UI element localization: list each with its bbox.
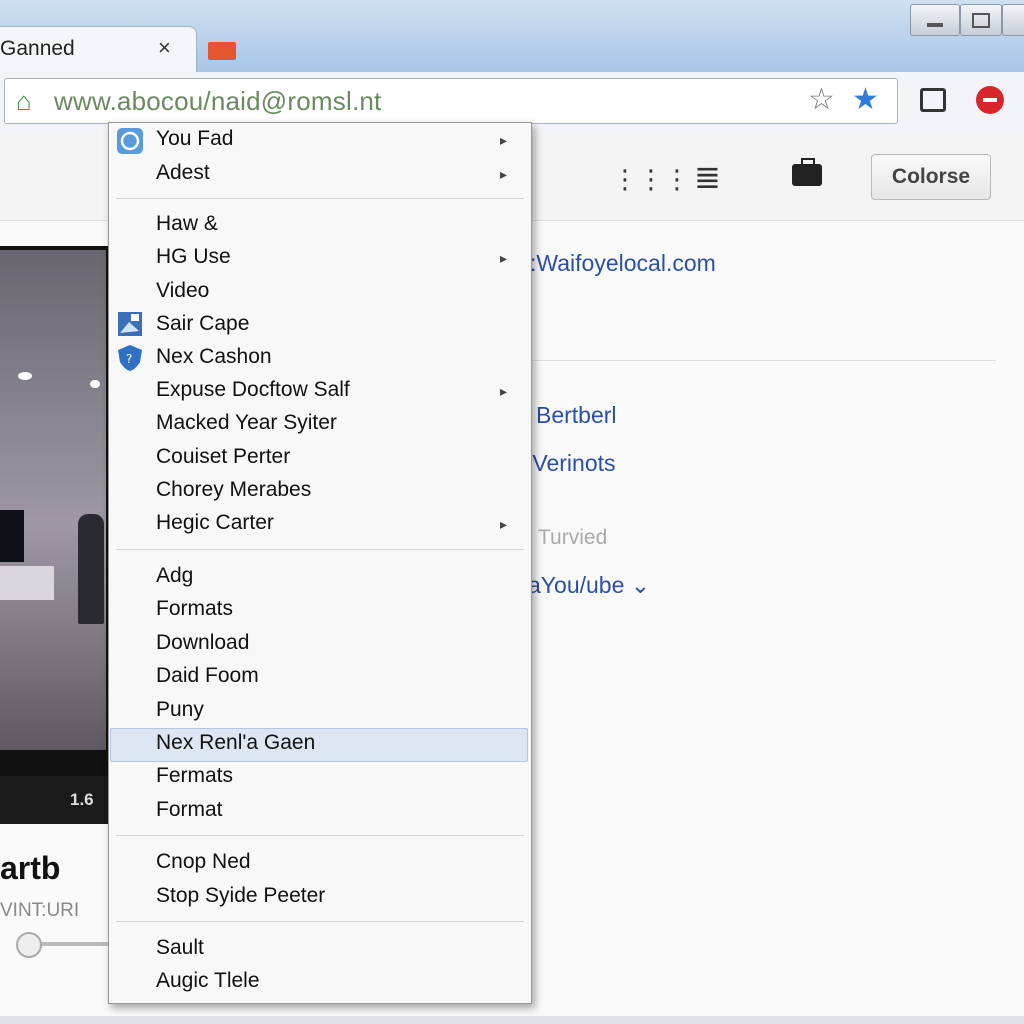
muted-label: Turvied bbox=[538, 526, 608, 549]
submenu-arrow-icon: ▸ bbox=[500, 250, 508, 266]
menu-item-cnop-ned[interactable]: Cnop Ned bbox=[156, 850, 251, 874]
menu-item-nex-renla-gaen[interactable]: Nex Renl'a Gaen bbox=[156, 731, 315, 755]
star-outline-icon[interactable]: ☆ bbox=[808, 82, 835, 117]
tab-title[interactable]: Ganned bbox=[0, 37, 75, 61]
briefcase-icon[interactable] bbox=[792, 158, 822, 186]
menu-item-sair-cape[interactable]: Sair Cape bbox=[156, 312, 249, 336]
list-icon[interactable]: ≣ bbox=[694, 158, 721, 196]
menu-item-stop-syide[interactable]: Stop Syide Peeter bbox=[156, 884, 325, 908]
stop-icon[interactable] bbox=[976, 86, 1004, 114]
link-bertberl[interactable]: Bertberl bbox=[536, 402, 617, 429]
youtube-dropdown[interactable]: aYou/ube ⌄ bbox=[528, 572, 650, 599]
submenu-arrow-icon: ▸ bbox=[500, 516, 508, 532]
menu-separator bbox=[116, 835, 524, 836]
submenu-arrow-icon: ▸ bbox=[500, 166, 508, 182]
menu-item-daid-foom[interactable]: Daid Foom bbox=[156, 664, 259, 688]
url-text[interactable]: www.abocou/naid@romsl.nt bbox=[54, 86, 381, 117]
colorse-button[interactable]: Colorse bbox=[871, 154, 991, 200]
menu-item-hegic-carter[interactable]: Hegic Carter bbox=[156, 511, 274, 535]
menu-item-macked-year[interactable]: Macked Year Syiter bbox=[156, 411, 337, 435]
globe-icon bbox=[116, 127, 143, 154]
video-title[interactable]: artb bbox=[0, 850, 60, 887]
grid-icon[interactable]: ⋮⋮⋮ bbox=[612, 164, 690, 195]
minimize-icon bbox=[927, 23, 943, 27]
divider bbox=[530, 360, 996, 361]
new-tab-button[interactable] bbox=[208, 42, 236, 60]
video-subtitle: VINT:URI bbox=[0, 900, 80, 921]
menu-item-expuse-docftow[interactable]: Expuse Docftow Salf bbox=[156, 378, 350, 402]
close-window-button[interactable] bbox=[1002, 4, 1024, 36]
minimize-button[interactable] bbox=[910, 4, 960, 36]
menu-item-puny[interactable]: Puny bbox=[156, 698, 204, 722]
seek-handle[interactable] bbox=[16, 932, 42, 958]
menu-separator bbox=[116, 921, 524, 922]
menu-separator bbox=[116, 549, 524, 550]
menu-item-nex-cashon[interactable]: Nex Cashon bbox=[156, 345, 272, 369]
svg-text:?: ? bbox=[126, 352, 132, 366]
menu-item-format[interactable]: Format bbox=[156, 798, 223, 822]
menu-separator bbox=[116, 198, 524, 199]
menu-item-download[interactable]: Download bbox=[156, 631, 249, 655]
link-verinots[interactable]: :Verinots bbox=[526, 450, 616, 477]
site-link[interactable]: :Waifoyelocal.com bbox=[530, 250, 716, 277]
menu-item-adest[interactable]: Adest bbox=[156, 161, 210, 185]
video-thumbnail[interactable] bbox=[0, 250, 106, 750]
bookmark-star-icon[interactable]: ★ bbox=[852, 82, 879, 117]
submenu-arrow-icon: ▸ bbox=[500, 132, 508, 148]
menu-item-hg-use[interactable]: HG Use bbox=[156, 245, 231, 269]
window-icon[interactable] bbox=[920, 88, 946, 112]
menu-item-chorey-merabes[interactable]: Chorey Merabes bbox=[156, 478, 311, 502]
menu-item-haw[interactable]: Haw & bbox=[156, 212, 218, 236]
menu-item-sault[interactable]: Sault bbox=[156, 936, 204, 960]
tv-screen bbox=[0, 510, 24, 562]
ceiling-light bbox=[90, 380, 100, 388]
menu-item-adg[interactable]: Adg bbox=[156, 564, 193, 588]
ceiling-light bbox=[18, 372, 32, 380]
maximize-button[interactable] bbox=[960, 4, 1002, 36]
menu-item-couiset-perter[interactable]: Couiset Perter bbox=[156, 445, 290, 469]
seek-track[interactable] bbox=[38, 942, 108, 946]
menu-item-formats[interactable]: Formats bbox=[156, 597, 233, 621]
person bbox=[78, 514, 104, 624]
shield-icon: ? bbox=[117, 344, 143, 371]
submenu-arrow-icon: ▸ bbox=[500, 383, 508, 399]
home-icon[interactable]: ⌂ bbox=[16, 86, 32, 117]
maximize-icon bbox=[972, 12, 990, 28]
tab-close-icon[interactable]: × bbox=[158, 35, 171, 61]
image-icon bbox=[117, 311, 143, 337]
video-time: 1.6 bbox=[70, 790, 94, 809]
table bbox=[0, 566, 54, 600]
menu-item-augic-tlele[interactable]: Augic Tlele bbox=[156, 969, 260, 993]
menu-item-fermats[interactable]: Fermats bbox=[156, 764, 233, 788]
menu-item-video[interactable]: Video bbox=[156, 279, 209, 303]
menu-item-you-fad[interactable]: You Fad bbox=[156, 127, 233, 151]
